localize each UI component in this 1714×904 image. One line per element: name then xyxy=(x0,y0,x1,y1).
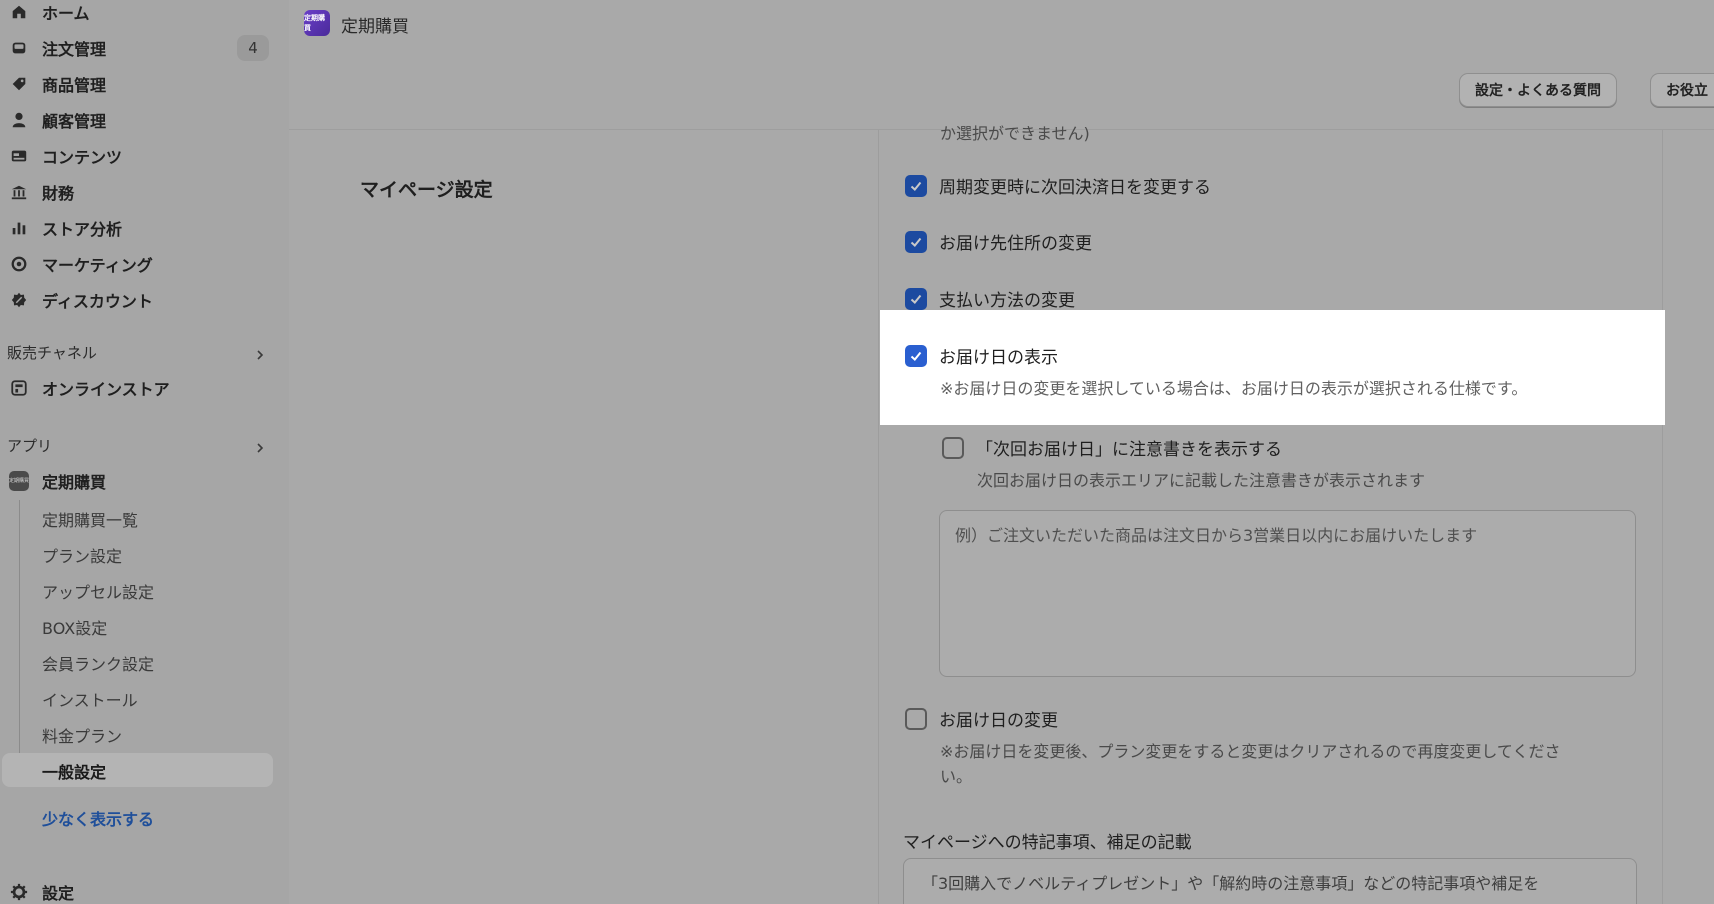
nav-home-label: ホーム xyxy=(42,4,90,23)
content-icon xyxy=(9,146,29,166)
sub-install[interactable]: インストール xyxy=(42,687,138,711)
check-icon xyxy=(910,181,922,191)
checkbox-checked[interactable] xyxy=(905,174,927,197)
option-label: 周期変更時に次回決済日を変更する xyxy=(939,178,1211,198)
option-label: 「次回お届け日」に注意書きを表示する xyxy=(976,440,1282,460)
nav-online-store-label: オンラインストア xyxy=(42,380,170,399)
tag-icon xyxy=(9,74,29,94)
check-icon xyxy=(910,351,922,361)
inbox-icon xyxy=(9,38,29,58)
delivery-change-help-1: ※お届け日を変更後、プラン変更をすると変更はクリアされるので再度変更してくださ xyxy=(940,742,1561,761)
next-note-help: 次回お届け日の表示エリアに記載した注意書きが表示されます xyxy=(977,471,1426,490)
checkbox-checked[interactable] xyxy=(905,230,927,253)
nav-home[interactable]: ホーム xyxy=(0,0,275,27)
chevron-right-icon[interactable] xyxy=(253,348,267,362)
option-payment-change[interactable]: 支払い方法の変更 xyxy=(905,286,1075,311)
clipped-help-text: か選択ができません) xyxy=(940,124,1090,142)
sub-plan-settings[interactable]: プラン設定 xyxy=(42,543,122,567)
nav-finance-label: 財務 xyxy=(42,184,75,203)
mypage-settings-title: マイページ設定 xyxy=(360,179,493,201)
nav-marketing-label: マーケティング xyxy=(42,256,153,275)
next-note-textarea[interactable]: 例）ご注文いただいた商品は注文日から3営業日以内にお届けいたします xyxy=(939,510,1636,677)
check-icon xyxy=(910,237,922,247)
apps-header: アプリ xyxy=(7,437,53,455)
nav-analytics[interactable]: ストア分析 xyxy=(0,213,275,243)
notes-label: マイページへの特記事項、補足の記載 xyxy=(903,833,1192,853)
help-button[interactable]: お役立 xyxy=(1650,73,1714,107)
app-logo: 定期購買 xyxy=(304,10,330,36)
delivery-display-help: ※お届け日の変更を選択している場合は、お届け日の表示が選択される仕様です。 xyxy=(940,379,1528,398)
nav-marketing[interactable]: マーケティング xyxy=(0,249,275,279)
nav-customers-label: 顧客管理 xyxy=(42,112,107,131)
option-delivery-display[interactable]: お届け日の表示 xyxy=(905,343,1058,368)
sub-box-settings[interactable]: BOX設定 xyxy=(42,615,107,639)
option-next-note[interactable]: 「次回お届け日」に注意書きを表示する xyxy=(942,435,1282,460)
sub-general-settings[interactable]: 一般設定 xyxy=(42,759,106,783)
checkbox-unchecked[interactable] xyxy=(905,707,927,730)
nav-content-label: コンテンツ xyxy=(42,148,123,167)
checkbox-checked[interactable] xyxy=(905,287,927,310)
sub-pricing[interactable]: 料金プラン xyxy=(42,723,122,747)
sidebar: ホーム 注文管理 4 商品管理 顧客管理 コンテンツ 財務 ストア分析 マーケテ… xyxy=(0,0,289,904)
checkbox-checked[interactable] xyxy=(905,344,927,367)
sales-channel-header: 販売チャネル xyxy=(7,344,97,362)
nav-orders[interactable]: 注文管理 4 xyxy=(0,33,275,63)
nav-settings[interactable]: 設定 xyxy=(0,877,275,904)
nav-online-store[interactable]: オンラインストア xyxy=(0,373,275,403)
settings-faq-button[interactable]: 設定・よくある質問 xyxy=(1459,73,1617,107)
sub-upsell-settings[interactable]: アップセル設定 xyxy=(42,579,154,603)
nav-app-label: 定期購買 xyxy=(42,473,107,492)
top-bar: 定期購買 定期購買 設定・よくある質問 お役立 xyxy=(289,0,1714,130)
show-less-link[interactable]: 少なく表示する xyxy=(42,806,154,830)
nav-customers[interactable]: 顧客管理 xyxy=(0,105,275,135)
chevron-right-icon[interactable] xyxy=(253,441,267,455)
option-label: お届け先住所の変更 xyxy=(939,234,1092,254)
home-icon xyxy=(9,2,29,22)
option-label: お届け日の変更 xyxy=(939,711,1058,731)
tree-line xyxy=(19,500,20,770)
store-icon xyxy=(9,378,29,398)
discount-icon xyxy=(9,290,29,310)
option-delivery-change[interactable]: お届け日の変更 xyxy=(905,706,1058,731)
app-logo-icon: 定期購買 xyxy=(9,471,29,491)
orders-count-badge: 4 xyxy=(237,35,269,61)
nav-orders-label: 注文管理 xyxy=(42,40,107,59)
sub-member-rank[interactable]: 会員ランク設定 xyxy=(42,651,154,675)
nav-products-label: 商品管理 xyxy=(42,76,107,95)
app-logo-text: 定期購買 xyxy=(9,471,29,491)
app-title: 定期購買 xyxy=(341,17,409,37)
nav-products[interactable]: 商品管理 xyxy=(0,69,275,99)
notes-textarea[interactable]: 「3回購入でノベルティプレゼント」や「解約時の注意事項」などの特記事項や補足を xyxy=(903,858,1637,904)
option-address-change[interactable]: お届け先住所の変更 xyxy=(905,229,1092,254)
target-icon xyxy=(9,254,29,274)
check-icon xyxy=(910,294,922,304)
sub-subscription-list[interactable]: 定期購買一覧 xyxy=(42,507,138,531)
nav-app-subscription[interactable]: 定期購買 定期購買 xyxy=(0,466,275,496)
nav-content[interactable]: コンテンツ xyxy=(0,141,275,171)
nav-discount-label: ディスカウント xyxy=(42,292,153,311)
checkbox-unchecked[interactable] xyxy=(942,436,964,459)
nav-settings-label: 設定 xyxy=(42,884,75,903)
option-label: 支払い方法の変更 xyxy=(939,291,1075,311)
nav-discount[interactable]: ディスカウント xyxy=(0,285,275,315)
option-label: お届け日の表示 xyxy=(939,348,1058,368)
bar-chart-icon xyxy=(9,218,29,238)
nav-analytics-label: ストア分析 xyxy=(42,220,123,239)
person-icon xyxy=(9,110,29,130)
gear-icon xyxy=(9,882,29,902)
nav-finance[interactable]: 財務 xyxy=(0,177,275,207)
option-cycle-change[interactable]: 周期変更時に次回決済日を変更する xyxy=(905,173,1211,198)
delivery-change-help-2: い。 xyxy=(940,767,973,786)
bank-icon xyxy=(9,182,29,202)
